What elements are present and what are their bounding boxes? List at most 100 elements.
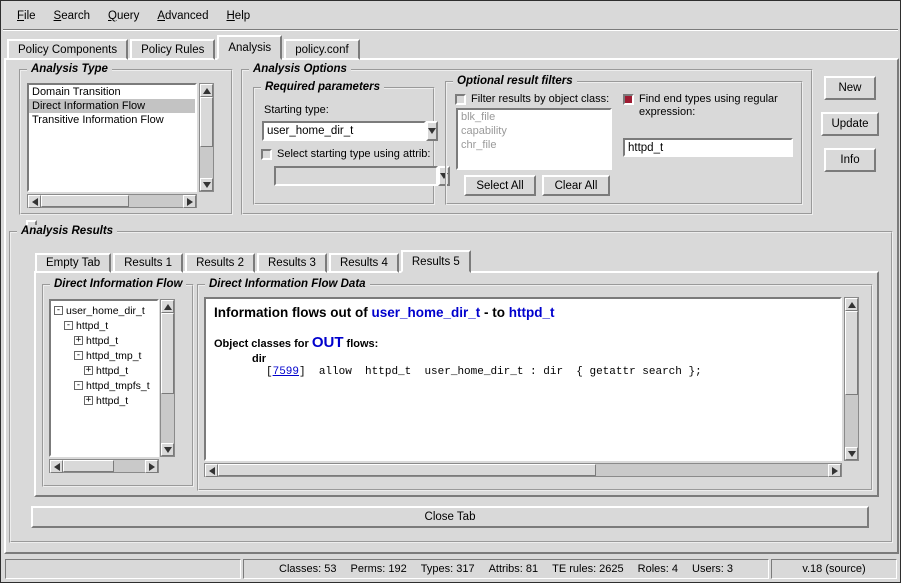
tree-expander-icon[interactable]: - xyxy=(74,381,83,390)
menu-file[interactable]: File xyxy=(9,7,44,25)
flow-data-vscrollbar[interactable] xyxy=(844,297,859,461)
scroll-up-icon[interactable] xyxy=(161,300,174,313)
tree-node[interactable]: +httpd_t xyxy=(52,333,156,348)
analysis-type-title: Analysis Type xyxy=(27,63,112,75)
clear-all-button[interactable]: Clear All xyxy=(542,175,610,196)
flow-tree-title: Direct Information Flow T xyxy=(50,278,186,290)
tree-expander-icon[interactable]: + xyxy=(84,396,93,405)
menu-bar: File Search Query Advanced Help xyxy=(3,3,898,29)
tree-expander-icon[interactable]: - xyxy=(64,321,73,330)
tree-node-label[interactable]: httpd_t xyxy=(96,395,128,407)
scroll-left-icon[interactable] xyxy=(205,464,218,477)
scrollbar-thumb[interactable] xyxy=(218,464,596,476)
scrollbar-thumb[interactable] xyxy=(845,311,858,395)
regex-input[interactable] xyxy=(623,138,793,157)
scroll-right-icon[interactable] xyxy=(183,195,196,208)
tree-node-label[interactable]: httpd_tmpfs_t xyxy=(86,380,150,392)
scroll-up-icon[interactable] xyxy=(845,298,858,311)
tree-node[interactable]: -httpd_t xyxy=(52,318,156,333)
object-class-name: dir xyxy=(252,353,832,365)
main-tab-bar: Policy Components Policy Rules Analysis … xyxy=(7,35,362,60)
scroll-down-icon[interactable] xyxy=(845,447,858,460)
regex-checkbox[interactable] xyxy=(623,94,634,105)
scrollbar-thumb[interactable] xyxy=(161,313,174,394)
tree-node[interactable]: -httpd_tmpfs_t xyxy=(52,378,156,393)
tree-node[interactable]: -httpd_tmp_t xyxy=(52,348,156,363)
tree-node-label[interactable]: httpd_tmp_t xyxy=(86,350,141,362)
scroll-left-icon[interactable] xyxy=(50,460,63,473)
tree-expander-icon[interactable]: - xyxy=(74,351,83,360)
scrollbar-thumb[interactable] xyxy=(63,460,114,472)
tab-analysis[interactable]: Analysis xyxy=(217,35,282,60)
tab-empty-tab[interactable]: Empty Tab xyxy=(35,253,111,273)
scroll-right-icon[interactable] xyxy=(828,464,841,477)
menu-search[interactable]: Search xyxy=(46,7,98,25)
select-all-button[interactable]: Select All xyxy=(464,175,536,196)
analysis-type-listbox[interactable]: Domain Transition Direct Information Flo… xyxy=(27,83,197,192)
tree-node-label[interactable]: httpd_t xyxy=(86,335,118,347)
analysis-type-vscrollbar[interactable] xyxy=(199,83,214,192)
starting-type-dropdown-icon[interactable] xyxy=(426,121,438,141)
classes-prefix: Object classes for xyxy=(214,338,312,350)
update-button[interactable]: Update xyxy=(821,112,879,136)
rule-id-link[interactable]: 7599 xyxy=(273,366,299,378)
list-item-direct-information-flow[interactable]: Direct Information Flow xyxy=(29,99,195,113)
flow-data-textarea[interactable]: Information flows out of user_home_dir_t… xyxy=(204,297,842,461)
tab-policy-conf[interactable]: policy.conf xyxy=(284,39,359,60)
tree-expander-icon[interactable]: + xyxy=(84,366,93,375)
tree-node-label[interactable]: httpd_t xyxy=(76,320,108,332)
scroll-left-icon[interactable] xyxy=(28,195,41,208)
attrib-checkbox[interactable] xyxy=(261,149,272,160)
tree-node-label[interactable]: httpd_t xyxy=(96,365,128,377)
status-panel-left xyxy=(5,559,241,579)
tab-policy-rules[interactable]: Policy Rules xyxy=(130,39,215,60)
tree-expander-icon[interactable]: - xyxy=(54,306,63,315)
scrollbar-thumb[interactable] xyxy=(41,195,129,207)
tab-results-5[interactable]: Results 5 xyxy=(401,250,471,273)
list-item-transitive-information-flow[interactable]: Transitive Information Flow xyxy=(29,113,195,127)
starting-type-input[interactable] xyxy=(262,121,426,141)
rule-body: allow httpd_t user_home_dir_t : dir { ge… xyxy=(306,366,702,378)
status-panel-version: v.18 (source) xyxy=(771,559,897,579)
version-label: v.18 (source) xyxy=(802,563,865,575)
tab-policy-components[interactable]: Policy Components xyxy=(7,39,128,60)
scroll-right-icon[interactable] xyxy=(145,460,158,473)
tree-node[interactable]: +httpd_t xyxy=(52,393,156,408)
scroll-down-icon[interactable] xyxy=(161,443,174,456)
tab-results-1[interactable]: Results 1 xyxy=(113,253,183,273)
info-button[interactable]: Info xyxy=(824,148,876,172)
status-panel-stats: Classes: 53 Perms: 192 Types: 317 Attrib… xyxy=(243,559,769,579)
regex-checkbox-row: Find end types using regular expression: xyxy=(623,93,795,119)
object-class-item: capability xyxy=(458,124,610,138)
flow-data-title: Direct Information Flow Data xyxy=(205,278,370,290)
tab-results-4[interactable]: Results 4 xyxy=(329,253,399,273)
menu-help[interactable]: Help xyxy=(218,7,258,25)
tab-results-3[interactable]: Results 3 xyxy=(257,253,327,273)
stat-classes: Classes: 53 xyxy=(279,563,336,575)
analysis-type-hscrollbar[interactable] xyxy=(27,194,197,208)
menu-advanced[interactable]: Advanced xyxy=(149,7,216,25)
scroll-up-icon[interactable] xyxy=(200,84,213,97)
list-item-domain-transition[interactable]: Domain Transition xyxy=(29,85,195,99)
stat-users: Users: 3 xyxy=(692,563,733,575)
filter-object-class-checkbox[interactable] xyxy=(455,94,466,105)
tab-results-2[interactable]: Results 2 xyxy=(185,253,255,273)
rule-line: [7599] allow httpd_t user_home_dir_t : d… xyxy=(266,366,832,378)
flow-tree-hscrollbar[interactable] xyxy=(49,459,159,473)
flow-data-hscrollbar[interactable] xyxy=(204,463,842,477)
flow-tree[interactable]: -user_home_dir_t -httpd_t +httpd_t -http… xyxy=(49,299,159,457)
scroll-down-icon[interactable] xyxy=(200,178,213,191)
menu-query[interactable]: Query xyxy=(100,7,147,25)
rule-bracket: ] xyxy=(299,366,306,378)
flow-tree-vscrollbar[interactable] xyxy=(160,299,175,457)
close-tab-button[interactable]: Close Tab xyxy=(31,506,869,528)
results-tab-bar: Empty Tab Results 1 Results 2 Results 3 … xyxy=(35,250,473,273)
object-class-item: chr_file xyxy=(458,138,610,152)
tree-node-label[interactable]: user_home_dir_t xyxy=(66,305,145,317)
scrollbar-thumb[interactable] xyxy=(200,97,213,147)
tree-expander-icon[interactable]: + xyxy=(74,336,83,345)
tree-node[interactable]: +httpd_t xyxy=(52,363,156,378)
rule-bracket: [ xyxy=(266,366,273,378)
tree-node[interactable]: -user_home_dir_t xyxy=(52,303,156,318)
new-button[interactable]: New xyxy=(824,76,876,100)
